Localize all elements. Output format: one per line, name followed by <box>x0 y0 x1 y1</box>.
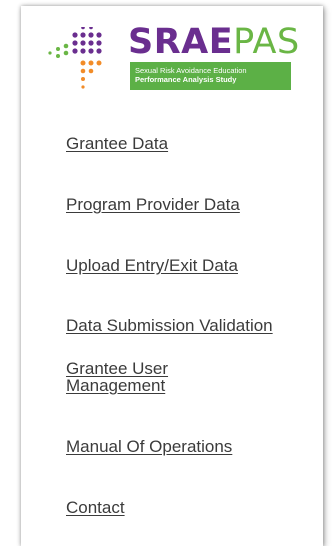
logo-tagline-box: Sexual Risk Avoidance Education Performa… <box>130 62 291 90</box>
nav-link-grantee-user-management[interactable]: Grantee User Management <box>66 360 226 394</box>
logo-wordmark: SRAEPAS <box>128 23 300 61</box>
nav-link-program-provider-data[interactable]: Program Provider Data <box>66 195 240 214</box>
logo-wordmark-pas: PAS <box>233 22 300 62</box>
page: SRAEPAS Sexual Risk Avoidance Education … <box>0 0 333 546</box>
logo-tagline-line1: Sexual Risk Avoidance Education <box>135 66 247 75</box>
nav-link-grantee-data[interactable]: Grantee Data <box>66 134 168 153</box>
sidebar-panel: SRAEPAS Sexual Risk Avoidance Education … <box>21 6 323 546</box>
nav-link-data-submission-validation[interactable]: Data Submission Validation <box>66 316 273 335</box>
dot-grid-icon <box>48 27 102 89</box>
nav-link-contact[interactable]: Contact <box>66 498 125 517</box>
srae-pas-logo: SRAEPAS Sexual Risk Avoidance Education … <box>47 23 300 95</box>
logo-tagline-line2: Performance Analysis Study <box>135 75 237 84</box>
nav-link-manual-of-operations[interactable]: Manual Of Operations <box>66 437 232 456</box>
nav-link-upload-entry-exit-data[interactable]: Upload Entry/Exit Data <box>66 256 238 275</box>
logo-wordmark-srae: SRAE <box>128 22 234 62</box>
